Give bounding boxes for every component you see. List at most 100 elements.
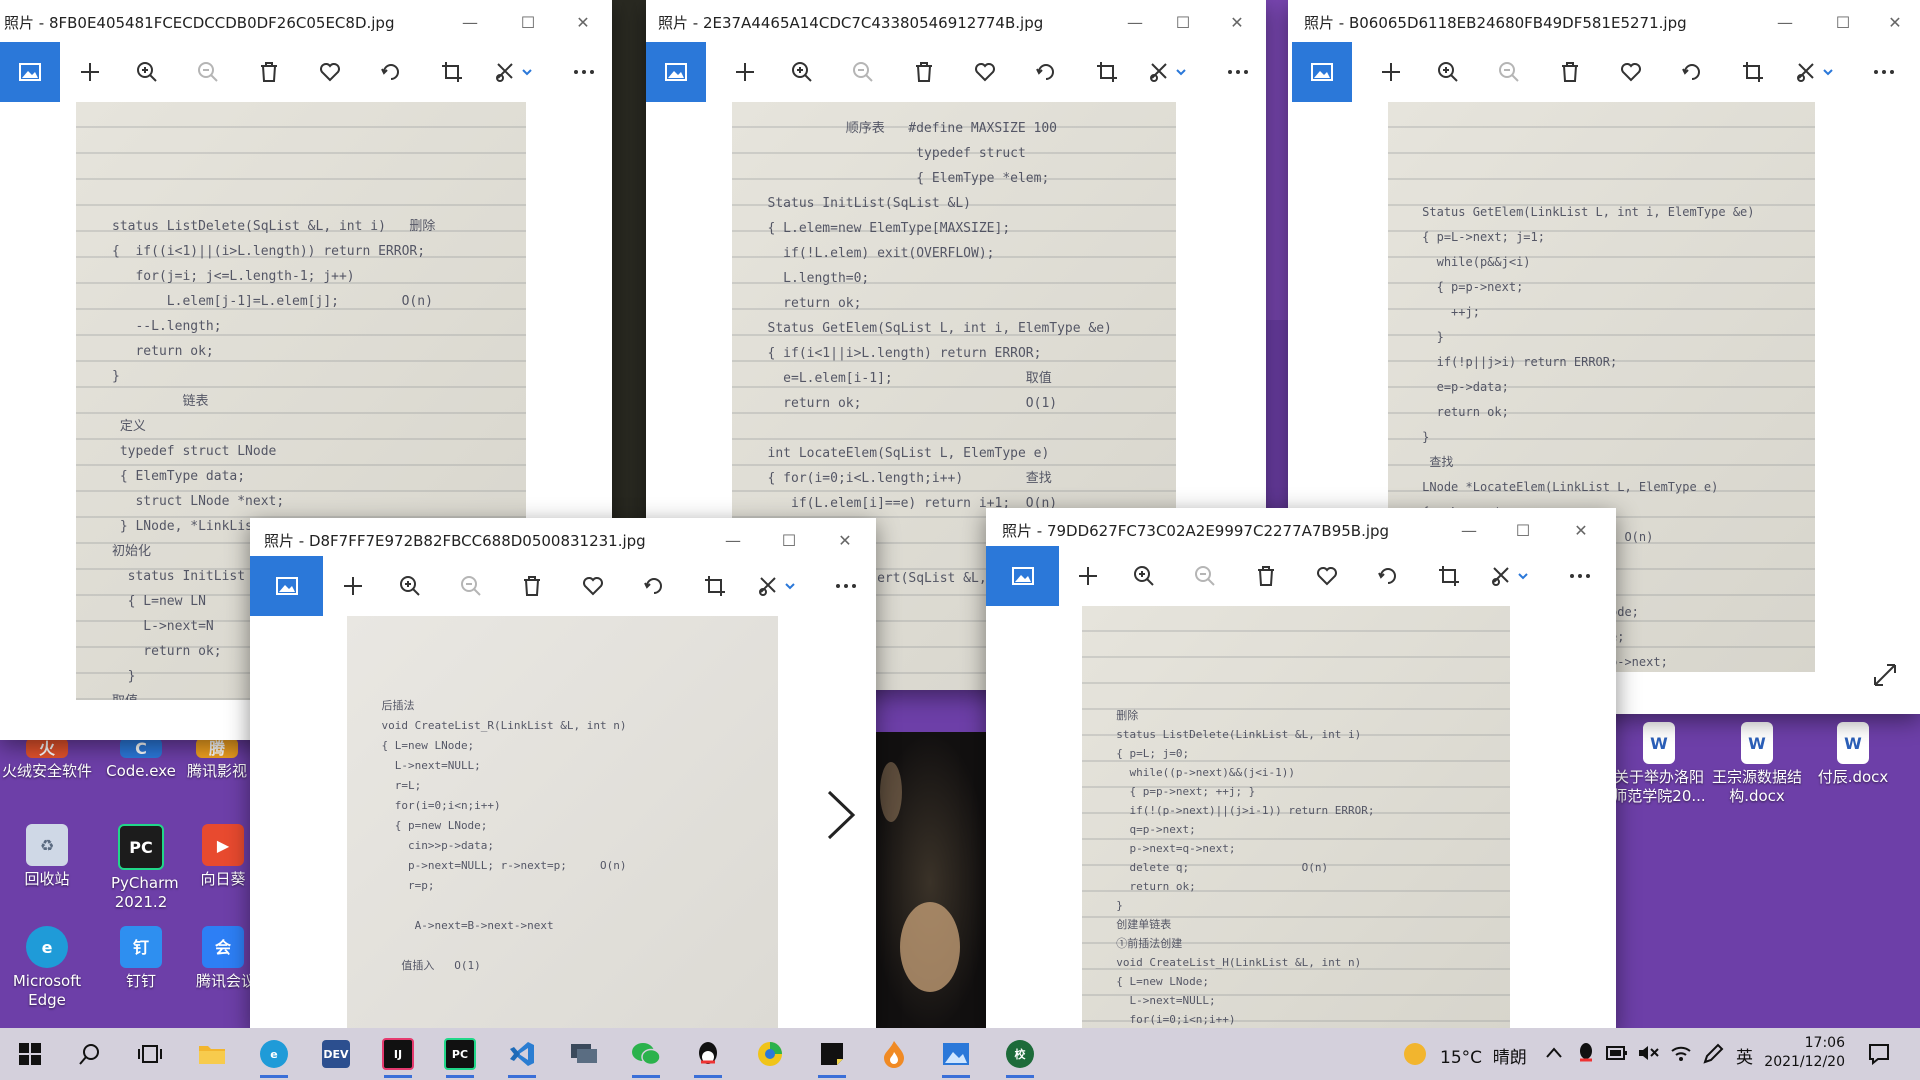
search-icon[interactable] xyxy=(70,1034,110,1074)
browser-icon[interactable] xyxy=(750,1034,790,1074)
close-button[interactable]: ✕ xyxy=(1214,8,1260,36)
rotate-icon[interactable] xyxy=(1676,56,1708,88)
title-bar[interactable]: 照片 - 79DD627FC73C02A2E9997C2277A7B95B.jp… xyxy=(986,508,1616,550)
add-icon[interactable] xyxy=(74,56,106,88)
more-icon[interactable] xyxy=(568,56,600,88)
title-bar[interactable]: 照片 - 8FB0E405481FCECDCCDB0DF26C05EC8D.jp… xyxy=(0,0,612,42)
minimize-button[interactable]: — xyxy=(447,8,493,36)
maximize-button[interactable]: ☐ xyxy=(505,8,551,36)
file-explorer-icon[interactable] xyxy=(192,1034,232,1074)
pycharm-icon[interactable]: PC xyxy=(440,1034,480,1078)
desktop-icon-doc-notice[interactable]: W 关于举办洛阳师范学院20... xyxy=(1612,722,1706,806)
desktop-icon-doc-data-structure[interactable]: W 王宗源数据结构.docx xyxy=(1710,722,1804,806)
zoom-out-icon[interactable] xyxy=(455,570,487,602)
edit-icon[interactable] xyxy=(1488,560,1534,592)
crop-icon[interactable] xyxy=(1091,56,1123,88)
rotate-icon[interactable] xyxy=(375,56,407,88)
delete-icon[interactable] xyxy=(1250,560,1282,592)
minimize-button[interactable]: — xyxy=(1762,8,1808,36)
title-bar[interactable]: 照片 - 2E37A4465A14CDC7C43380546912774B.jp… xyxy=(646,0,1266,42)
zoom-out-icon[interactable] xyxy=(1493,56,1525,88)
more-icon[interactable] xyxy=(830,570,862,602)
favorite-icon[interactable] xyxy=(1311,560,1343,592)
delete-icon[interactable] xyxy=(253,56,285,88)
maximize-button[interactable]: ☐ xyxy=(1160,8,1206,36)
favorite-icon[interactable] xyxy=(1615,56,1647,88)
desktop-icon-tencent-video[interactable]: 腾 腾讯影视 xyxy=(184,738,250,781)
battery-icon[interactable] xyxy=(1606,1045,1628,1065)
minimize-button[interactable]: — xyxy=(1112,8,1158,36)
vscode-icon[interactable] xyxy=(502,1034,542,1078)
photo-viewer[interactable]: 后插法 void CreateList_R(LinkList &L, int n… xyxy=(250,616,876,1030)
desktop-icon-recycle-bin[interactable]: ♻ 回收站 xyxy=(0,824,94,889)
minimize-button[interactable]: — xyxy=(710,526,756,554)
huorong-icon[interactable] xyxy=(874,1034,914,1074)
close-button[interactable]: ✕ xyxy=(1558,516,1604,544)
volume-muted-icon[interactable] xyxy=(1638,1044,1660,1066)
remote-desktop-icon[interactable] xyxy=(564,1034,604,1074)
minimize-button[interactable]: — xyxy=(1446,516,1492,544)
add-icon[interactable] xyxy=(1375,56,1407,88)
more-icon[interactable] xyxy=(1564,560,1596,592)
zoom-in-icon[interactable] xyxy=(1128,560,1160,592)
image-icon[interactable] xyxy=(646,42,706,102)
maximize-button[interactable]: ☐ xyxy=(766,526,812,554)
sticky-notes-icon[interactable] xyxy=(812,1034,852,1078)
image-icon[interactable] xyxy=(250,556,323,616)
close-button[interactable]: ✕ xyxy=(822,526,868,554)
image-icon[interactable] xyxy=(0,42,60,102)
school-app-icon[interactable]: 校 xyxy=(1000,1034,1040,1078)
pen-icon[interactable] xyxy=(1702,1043,1724,1069)
rotate-icon[interactable] xyxy=(1372,560,1404,592)
edit-icon[interactable] xyxy=(1146,56,1192,88)
zoom-in-icon[interactable] xyxy=(131,56,163,88)
crop-icon[interactable] xyxy=(699,570,731,602)
close-button[interactable]: ✕ xyxy=(1872,8,1918,36)
desktop-icon-doc-fuchen[interactable]: W 付辰.docx xyxy=(1806,722,1900,787)
zoom-out-icon[interactable] xyxy=(1189,560,1221,592)
security-tray-icon[interactable] xyxy=(1578,1042,1594,1068)
next-photo-arrow[interactable] xyxy=(826,786,856,856)
desktop-icon-tencent-meeting[interactable]: 会 腾讯会议 xyxy=(196,926,250,991)
input-method-indicator[interactable]: 英 xyxy=(1736,1043,1753,1068)
delete-icon[interactable] xyxy=(908,56,940,88)
zoom-out-icon[interactable] xyxy=(192,56,224,88)
desktop-icon-huorong[interactable]: 火 火绒安全软件 xyxy=(0,738,94,781)
crop-icon[interactable] xyxy=(436,56,468,88)
edge-icon[interactable]: e xyxy=(254,1034,294,1078)
zoom-in-icon[interactable] xyxy=(786,56,818,88)
edit-icon[interactable] xyxy=(755,570,801,602)
clock[interactable]: 17:06 2021/12/20 xyxy=(1764,1034,1845,1072)
favorite-icon[interactable] xyxy=(314,56,346,88)
wifi-icon[interactable] xyxy=(1670,1043,1692,1067)
notification-icon[interactable] xyxy=(1868,1043,1890,1069)
dev-cpp-icon[interactable]: DEV xyxy=(316,1034,356,1074)
task-view-icon[interactable] xyxy=(130,1034,170,1074)
zoom-in-icon[interactable] xyxy=(1432,56,1464,88)
weather-icon[interactable] xyxy=(1404,1043,1426,1065)
desktop-icon-sunlogin[interactable]: ▶ 向日葵 xyxy=(196,824,250,889)
photos-window-5[interactable]: 照片 - 79DD627FC73C02A2E9997C2277A7B95B.jp… xyxy=(986,508,1616,1030)
photo-viewer[interactable]: 删除 status ListDelete(LinkList &L, int i)… xyxy=(986,606,1616,1030)
desktop-icon-edge[interactable]: e Microsoft Edge xyxy=(0,926,94,1010)
more-icon[interactable] xyxy=(1868,56,1900,88)
close-button[interactable]: ✕ xyxy=(560,8,606,36)
crop-icon[interactable] xyxy=(1737,56,1769,88)
maximize-button[interactable]: ☐ xyxy=(1500,516,1546,544)
favorite-icon[interactable] xyxy=(577,570,609,602)
expand-icon[interactable] xyxy=(1872,662,1898,688)
photos-icon[interactable] xyxy=(936,1034,976,1078)
desktop-icon-dingtalk[interactable]: 钉 钉钉 xyxy=(94,926,188,991)
more-icon[interactable] xyxy=(1222,56,1254,88)
favorite-icon[interactable] xyxy=(969,56,1001,88)
add-icon[interactable] xyxy=(1072,560,1104,592)
image-icon[interactable] xyxy=(1292,42,1352,102)
photos-window-4[interactable]: 照片 - D8F7FF7E972B82FBCC688D0500831231.jp… xyxy=(250,518,876,1030)
windows-start-icon[interactable] xyxy=(10,1034,50,1074)
delete-icon[interactable] xyxy=(516,570,548,602)
intellij-icon[interactable]: IJ xyxy=(378,1034,418,1078)
delete-icon[interactable] xyxy=(1554,56,1586,88)
qq-icon[interactable] xyxy=(688,1034,728,1078)
chevron-up-icon[interactable] xyxy=(1545,1044,1563,1066)
add-icon[interactable] xyxy=(337,570,369,602)
